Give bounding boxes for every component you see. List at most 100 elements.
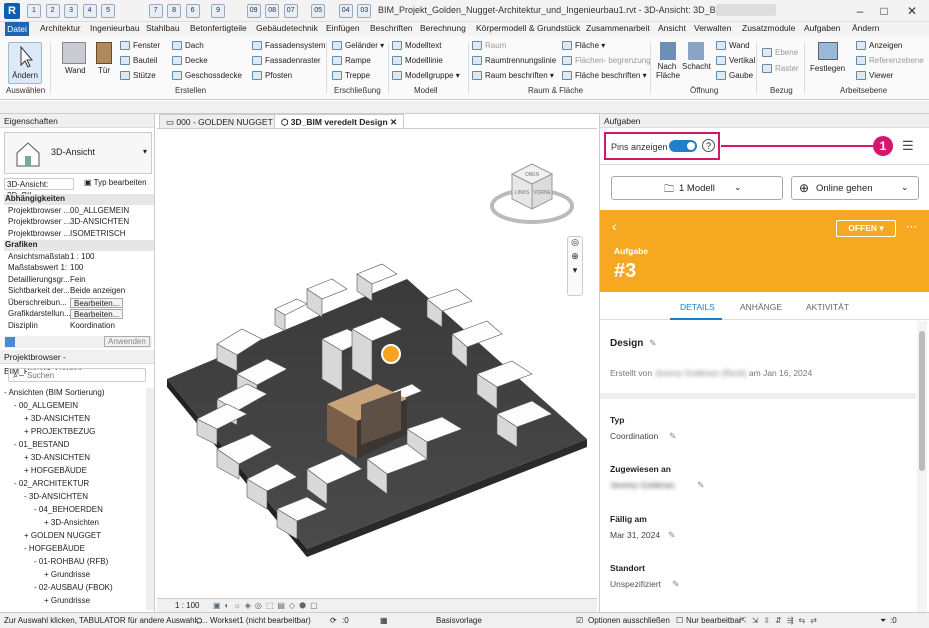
steering-wheel-icon[interactable]: ◎ — [568, 237, 582, 251]
tree-item[interactable]: - Ansichten (BIM Sortierung) — [4, 388, 105, 397]
tab-betonfertigteile[interactable]: Betonfertigteile — [190, 23, 247, 33]
tree-item[interactable]: + 3D-ANSICHTEN — [24, 453, 90, 462]
tab-gebaeudetechnik[interactable]: Gebäudetechnik — [256, 23, 318, 33]
property-category[interactable]: Grafiken — [4, 240, 154, 251]
fassadensystem-button[interactable]: Fassadensystem — [252, 41, 325, 51]
bearbeiten-button[interactable]: Bearbeiten... — [70, 309, 124, 319]
anzeigen-button[interactable]: Anzeigen — [856, 41, 902, 51]
pins-toggle[interactable] — [669, 140, 697, 152]
expand-icon[interactable]: + — [44, 596, 51, 605]
geschossdecke-button[interactable]: Geschossdecke — [172, 71, 242, 81]
qa-button[interactable]: 8 — [167, 4, 182, 18]
bearbeiten-button[interactable]: Bearbeiten... — [70, 297, 124, 308]
instance-selector[interactable]: 3D-Ansicht: 3D_BII — [4, 178, 74, 200]
tab-aufgaben[interactable]: Aufgaben — [804, 23, 840, 33]
maximize-icon[interactable]: □ — [874, 3, 894, 19]
property-row[interactable]: Grafikdarstellun... Bearbeiten... — [4, 309, 154, 320]
qa-button[interactable]: 07 — [283, 4, 298, 18]
tab-berechnung[interactable]: Berechnung — [420, 23, 466, 33]
qa-button[interactable]: 6 — [185, 4, 200, 18]
status-dropdown[interactable]: OFFEN ▾ — [836, 220, 896, 237]
sync-icon[interactable]: ⟳ — [330, 616, 337, 625]
door-icon[interactable] — [96, 42, 112, 64]
wand-button[interactable]: Wand — [65, 66, 86, 75]
tuer-button[interactable]: Tür — [98, 66, 110, 75]
property-value[interactable]: Fein — [70, 275, 86, 284]
aendern-button[interactable]: Ändern — [8, 42, 42, 84]
modellgruppe-button[interactable]: Modellgruppe ▾ — [392, 71, 460, 81]
property-value[interactable]: ISOMETRISCH — [70, 229, 126, 238]
qa-button[interactable]: 09 — [246, 4, 261, 18]
qa-button[interactable]: 3 — [64, 4, 79, 18]
property-row[interactable]: Maßstabswert 1: 100 — [4, 263, 154, 274]
fassadenraster-button[interactable]: Fassadenraster — [252, 56, 321, 66]
property-row[interactable]: Projektbrowser ... 3D-ANSICHTEN — [4, 217, 154, 228]
raum-beschriften-button[interactable]: Raum beschriften ▾ — [472, 71, 554, 81]
property-value[interactable]: 00_ALLGEMEIN — [70, 206, 129, 215]
design-option-selector[interactable]: Basisvorlage — [436, 616, 482, 625]
tab-stahlbau[interactable]: Stahlbau — [146, 23, 180, 33]
browser-search[interactable]: ⌕ — [8, 368, 146, 382]
search-input[interactable] — [27, 370, 137, 380]
tab-zusatzmodule[interactable]: Zusatzmodule — [742, 23, 795, 33]
tab-datei[interactable]: Datei — [5, 22, 29, 36]
type-selector[interactable]: 3D-Ansicht ▾ — [4, 132, 152, 174]
tree-item[interactable]: + PROJEKTBEZUG — [24, 427, 95, 436]
by-face-icon[interactable] — [660, 42, 676, 60]
property-row[interactable]: Projektbrowser ... ISOMETRISCH — [4, 229, 154, 240]
tab-ansicht[interactable]: Ansicht — [658, 23, 686, 33]
qa-button[interactable]: 08 — [265, 4, 280, 18]
edit-icon[interactable]: ✎ — [649, 338, 657, 349]
tree-item[interactable]: - HOFGEBÄUDE — [24, 544, 85, 553]
view-control-icons[interactable]: ▣◐☼◈◎⬚▤◇⬢▢ — [213, 601, 322, 610]
vertikal-button[interactable]: Vertikal — [716, 56, 755, 66]
help-link-icon[interactable] — [5, 337, 15, 347]
viewcube-front[interactable]: VORNE — [533, 190, 551, 196]
dach-button[interactable]: Dach — [172, 41, 204, 51]
property-value[interactable]: Beide anzeigen — [70, 286, 125, 295]
typ-bearbeiten-button[interactable]: ▣ Typ bearbeiten — [84, 178, 147, 187]
tab-ingenieurbau[interactable]: Ingenieurbau — [90, 23, 140, 33]
property-row[interactable]: Projektbrowser ... 00_ALLGEMEIN — [4, 206, 154, 217]
nach-flaeche-button[interactable]: Nach Fläche — [656, 62, 680, 80]
qa-button[interactable]: 7 — [148, 4, 163, 18]
decke-button[interactable]: Decke — [172, 56, 208, 66]
tab-architektur[interactable]: Architektur — [40, 23, 81, 33]
shaft-icon[interactable] — [688, 42, 704, 60]
qa-button[interactable]: 1 — [27, 4, 41, 18]
tree-item[interactable]: - 3D-ANSICHTEN — [24, 492, 88, 501]
worksets-icon[interactable]: ⛭ — [196, 616, 202, 626]
expand-icon[interactable]: + — [24, 427, 31, 436]
edit-icon[interactable]: ✎ — [697, 480, 705, 491]
wall-icon[interactable] — [62, 42, 86, 64]
qa-button[interactable]: 04 — [338, 4, 353, 18]
property-value[interactable]: 1 : 100 — [70, 252, 94, 261]
design-options-icon[interactable]: ▦ — [380, 616, 388, 625]
property-row[interactable]: Sichtbarkeit der... Beide anzeigen — [4, 286, 154, 297]
tab-verwalten[interactable]: Verwalten — [694, 23, 731, 33]
expand-icon[interactable]: + — [44, 518, 51, 527]
tab-zusammenarbeit[interactable]: Zusammenarbeit — [586, 23, 650, 33]
tree-item[interactable]: - 01-ROHBAU (RFB) — [34, 557, 108, 566]
modell-dropdown[interactable]: 🗀 1 Modell ⌄ — [611, 176, 783, 200]
property-value[interactable]: Koordination — [70, 321, 115, 330]
tab-koerpermodell[interactable]: Körpermodell & Grundstück — [476, 23, 580, 33]
tree-item[interactable]: - 00_ALLGEMEIN — [14, 401, 78, 410]
modelltext-button[interactable]: Modelltext — [392, 41, 441, 51]
qa-button[interactable]: 05 — [311, 4, 326, 18]
raumtrennungslinie-button[interactable]: Raumtrennungslinie — [472, 56, 556, 66]
help-icon[interactable]: ? — [702, 139, 715, 152]
tree-item[interactable]: + GOLDEN NUGGET — [24, 531, 101, 540]
edit-icon[interactable]: ✎ — [668, 530, 676, 541]
flaeche-button[interactable]: Fläche ▾ — [562, 41, 605, 51]
filter-icon[interactable]: ⏷ — [880, 616, 886, 626]
edit-icon[interactable]: ✎ — [669, 431, 677, 442]
property-category[interactable]: Abhängigkeiten — [4, 194, 154, 205]
minimize-icon[interactable]: – — [850, 3, 870, 19]
group-auswaehlen[interactable]: Auswählen — [6, 86, 45, 95]
property-value[interactable]: 100 — [70, 263, 83, 272]
gelaender-button[interactable]: Geländer ▾ — [332, 41, 384, 51]
rampe-button[interactable]: Rampe — [332, 56, 371, 66]
bauteil-button[interactable]: Bauteil — [120, 56, 157, 66]
zoom-extents-icon[interactable]: ▾ — [568, 265, 582, 279]
